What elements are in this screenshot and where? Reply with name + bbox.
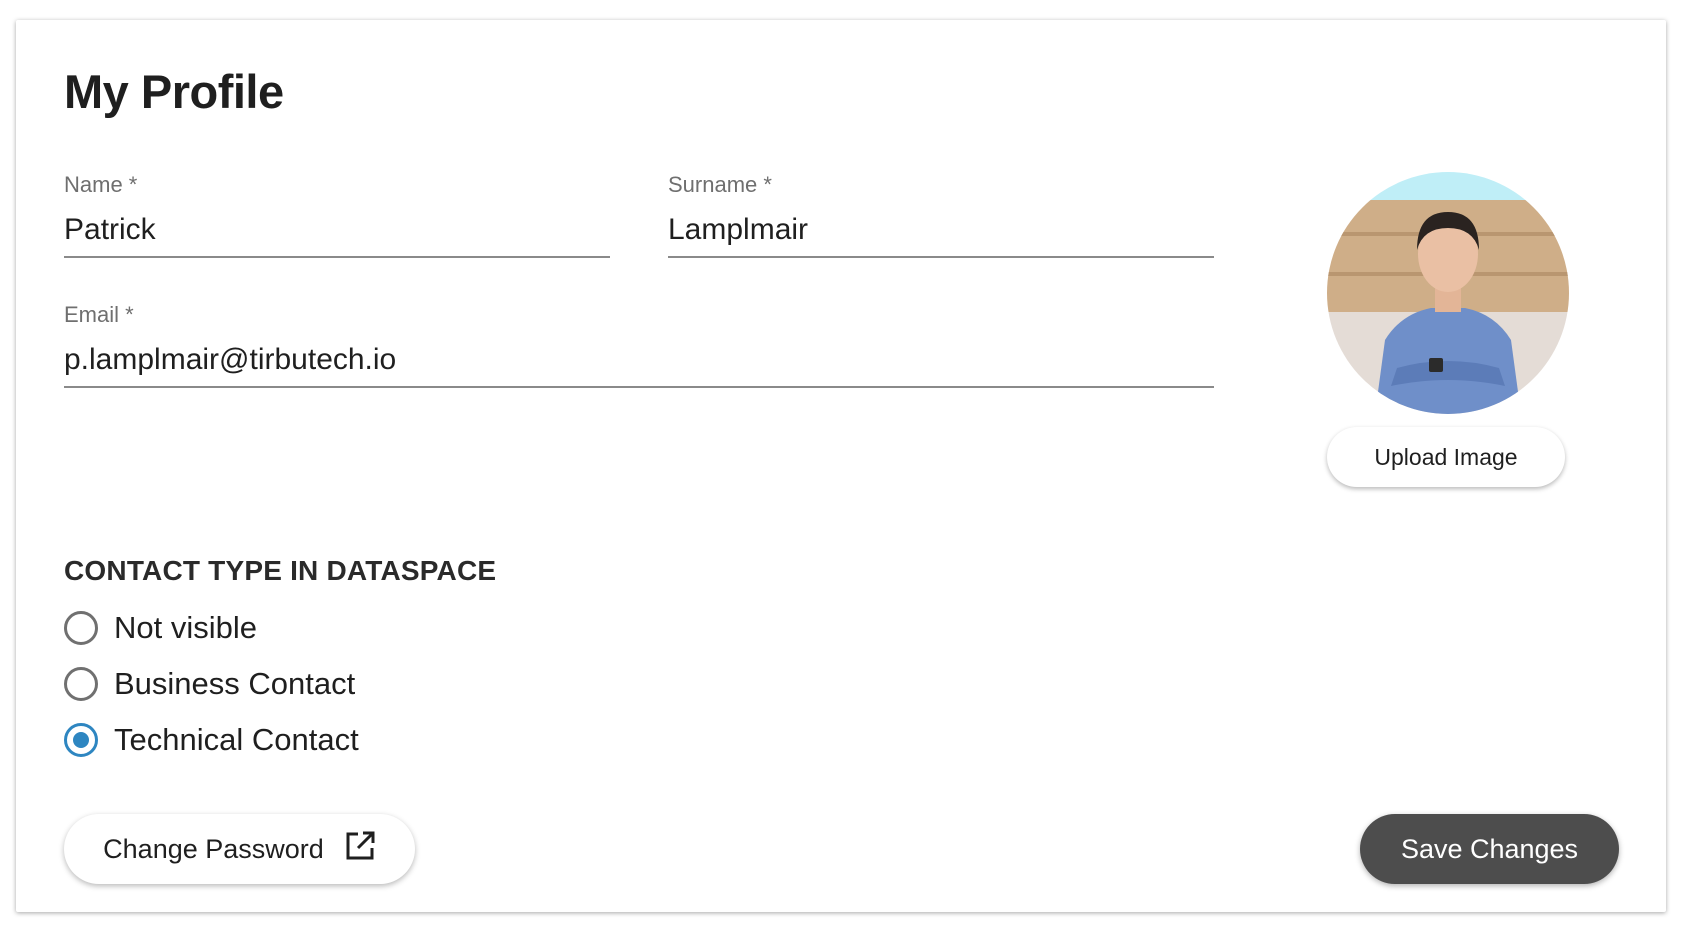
radio-button[interactable]: [64, 611, 98, 645]
surname-input[interactable]: [668, 210, 1214, 258]
contact-type-heading: CONTACT TYPE IN DATASPACE: [64, 555, 497, 586]
email-input[interactable]: [64, 340, 1214, 388]
radio-technical-contact[interactable]: Technical Contact: [64, 712, 359, 768]
name-input[interactable]: [64, 210, 610, 258]
profile-card: My Profile Name * Surname * Email * Uplo…: [16, 20, 1666, 912]
email-field: Email *: [64, 302, 1214, 388]
save-changes-button[interactable]: Save Changes: [1360, 814, 1619, 884]
radio-label: Business Contact: [114, 666, 356, 701]
radio-not-visible[interactable]: Not visible: [64, 600, 359, 656]
page-title: My Profile: [64, 65, 284, 118]
change-password-button[interactable]: Change Password: [64, 814, 415, 884]
radio-label: Technical Contact: [114, 722, 359, 757]
radio-business-contact[interactable]: Business Contact: [64, 656, 359, 712]
surname-label: Surname *: [668, 172, 772, 197]
name-label: Name *: [64, 172, 138, 197]
radio-button-selected[interactable]: [64, 723, 98, 757]
radio-button[interactable]: [64, 667, 98, 701]
radio-label: Not visible: [114, 610, 257, 645]
upload-image-button[interactable]: Upload Image: [1327, 427, 1565, 487]
email-label: Email *: [64, 302, 134, 327]
open-in-new-icon: [344, 830, 376, 869]
name-field: Name *: [64, 172, 610, 258]
profile-photo: [1327, 172, 1569, 414]
surname-field: Surname *: [668, 172, 1214, 258]
contact-type-radio-group: Not visible Business Contact Technical C…: [64, 600, 359, 768]
avatar: [1327, 172, 1569, 414]
change-password-label: Change Password: [103, 833, 324, 864]
